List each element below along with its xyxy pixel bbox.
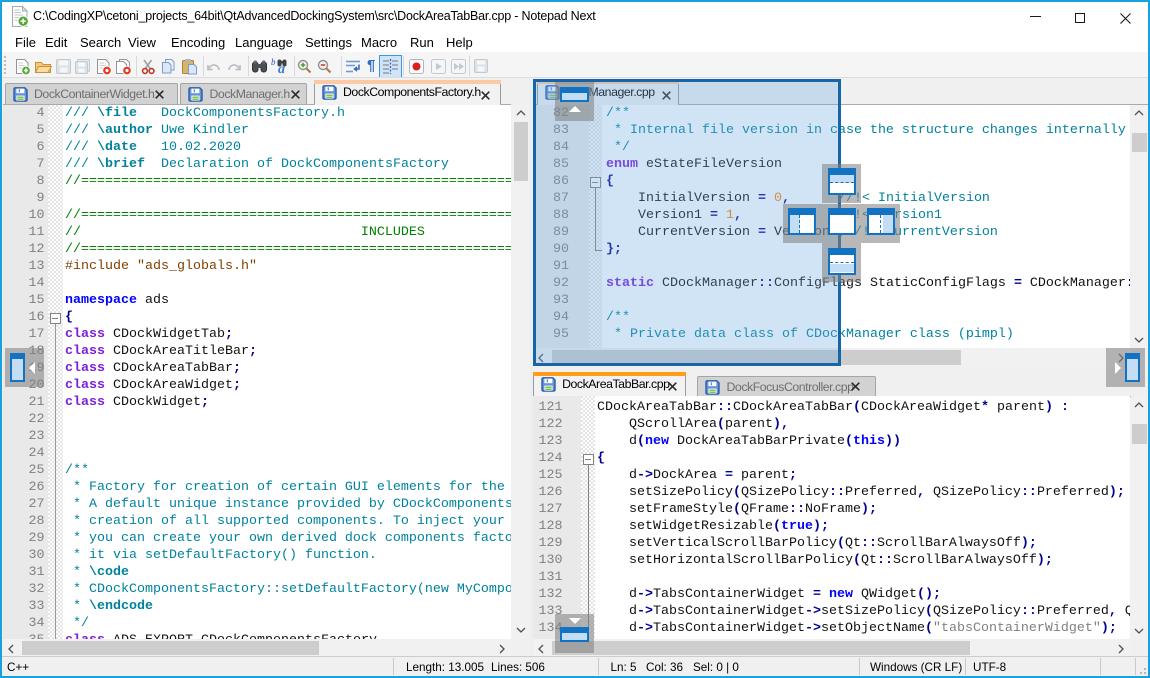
svg-text:a: a xyxy=(278,62,285,76)
svg-text:b: b xyxy=(271,57,276,67)
